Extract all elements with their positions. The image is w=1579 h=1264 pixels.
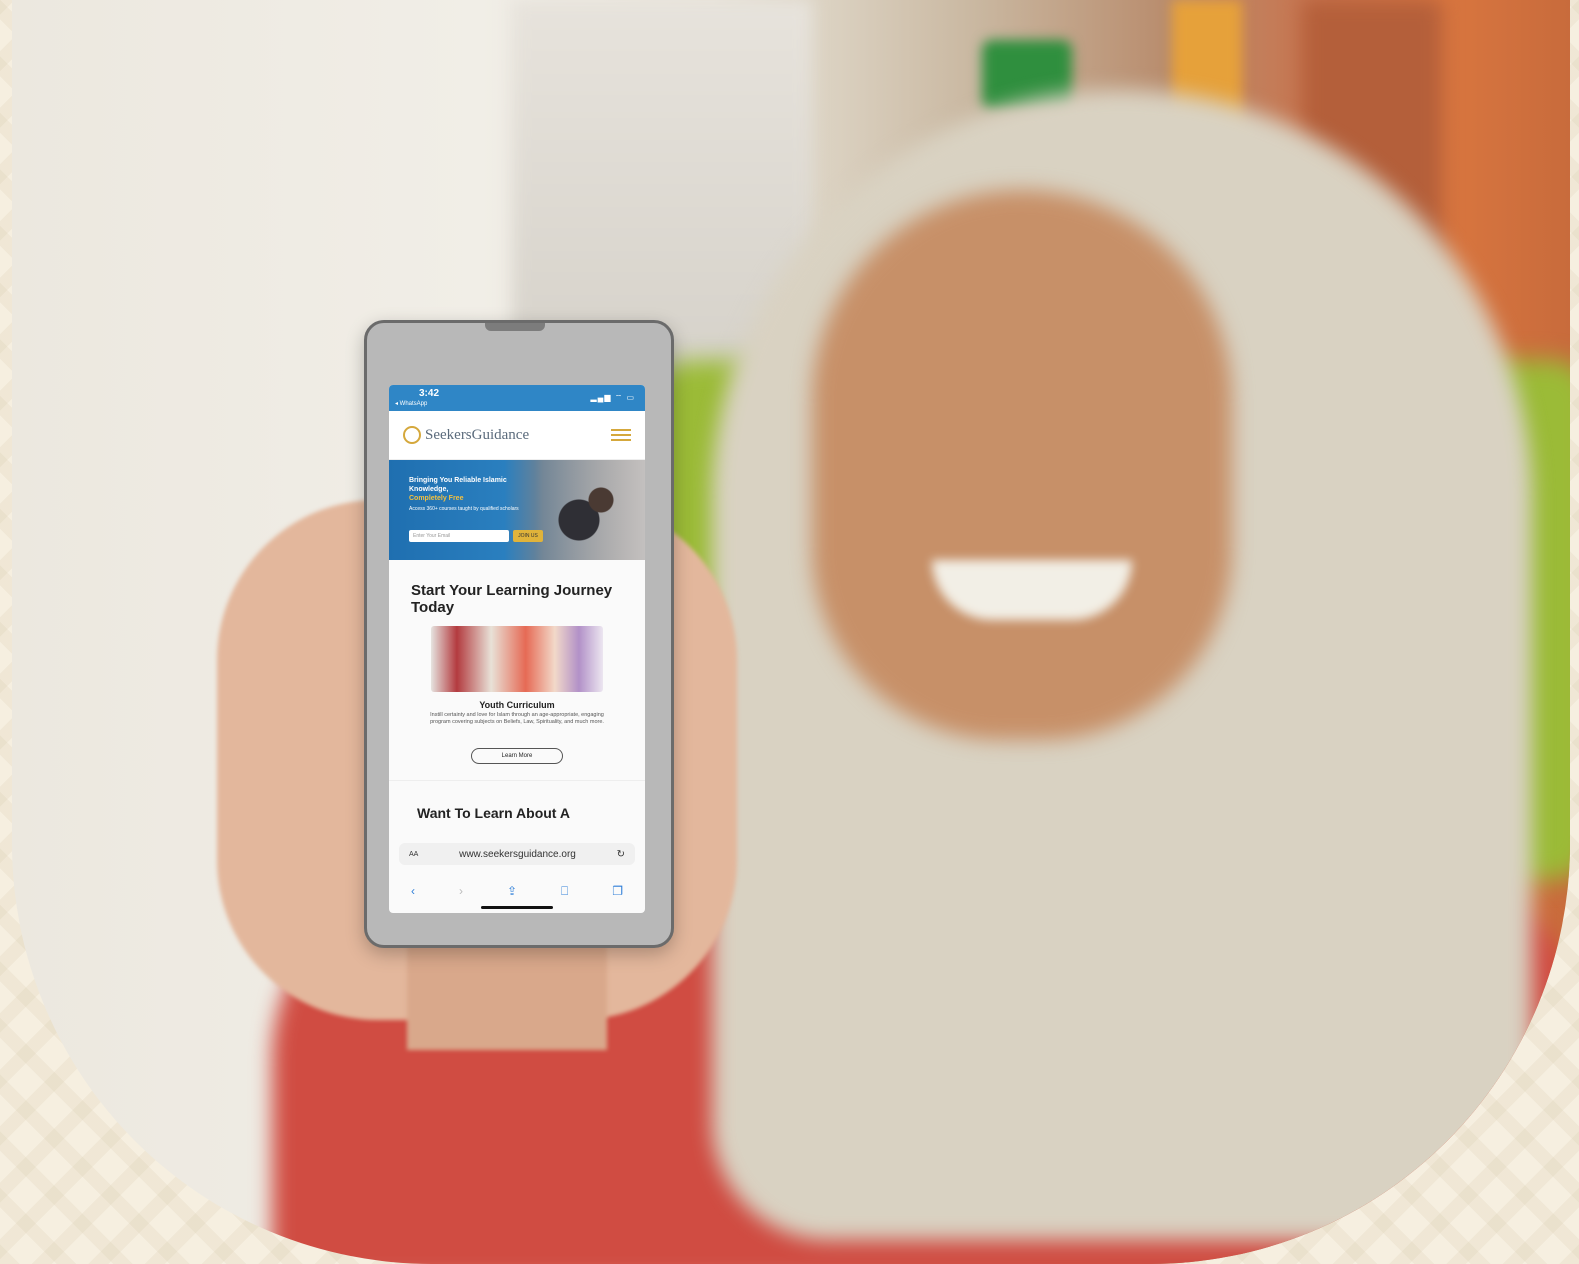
url-text: www.seekersguidance.org — [459, 848, 576, 860]
section-title: Start Your Learning Journey Today — [411, 582, 613, 616]
hero-headline-text: Bringing You Reliable Islamic Knowledge, — [409, 477, 507, 493]
logo-icon — [403, 426, 421, 444]
site-header: SeekersGuidance — [389, 411, 645, 460]
text-size-button[interactable]: AA — [409, 851, 418, 858]
next-section-title: Want To Learn About A — [389, 780, 645, 821]
course-card-image[interactable] — [431, 626, 603, 692]
share-icon[interactable]: ⇪ — [507, 884, 517, 899]
face — [812, 190, 1232, 740]
reload-icon[interactable]: ↻ — [617, 849, 625, 860]
site-logo[interactable]: SeekersGuidance — [403, 426, 529, 444]
phone-notch — [485, 323, 545, 331]
status-time: 3:42 — [419, 388, 440, 399]
hero-subtitle: Access 360+ courses taught by qualified … — [409, 506, 519, 512]
logo-text: SeekersGuidance — [425, 426, 530, 443]
bookmarks-icon[interactable]: ⎕ — [561, 884, 568, 899]
hero-image — [535, 460, 645, 560]
hero-banner: Bringing You Reliable Islamic Knowledge,… — [389, 460, 645, 560]
course-card-desc: Instill certainty and love for Islam thr… — [430, 712, 604, 725]
course-card-title: Youth Curriculum — [479, 700, 555, 710]
back-icon[interactable]: ‹ — [411, 884, 415, 899]
status-bar: 3:42 ◂ WhatsApp ▂▄▆ ⌔ ▭ — [389, 385, 645, 411]
back-to-app[interactable]: ◂ WhatsApp — [395, 400, 427, 407]
signal-wifi-battery-icon: ▂▄▆ ⌔ ▭ — [590, 393, 635, 402]
wrist — [407, 930, 607, 1050]
email-field[interactable]: Enter Your Email — [409, 530, 509, 542]
smile — [932, 560, 1132, 620]
phone-screen: 3:42 ◂ WhatsApp ▂▄▆ ⌔ ▭ SeekersGuidance … — [389, 385, 645, 913]
learn-more-button[interactable]: Learn More — [471, 748, 563, 764]
address-bar[interactable]: AA www.seekersguidance.org ↻ — [399, 843, 635, 865]
hero-headline: Bringing You Reliable Islamic Knowledge,… — [409, 476, 519, 503]
home-indicator — [481, 906, 553, 909]
photo — [12, 0, 1570, 1264]
forward-icon[interactable]: › — [459, 884, 463, 899]
tabs-icon[interactable]: ❐ — [612, 884, 623, 899]
join-button[interactable]: JOIN US — [513, 530, 543, 542]
hero-highlight: Completely Free — [409, 495, 464, 502]
smartphone: 3:42 ◂ WhatsApp ▂▄▆ ⌔ ▭ SeekersGuidance … — [364, 320, 674, 948]
browser-toolbar: ‹ › ⇪ ⎕ ❐ — [389, 884, 645, 899]
hamburger-icon[interactable] — [611, 429, 631, 441]
